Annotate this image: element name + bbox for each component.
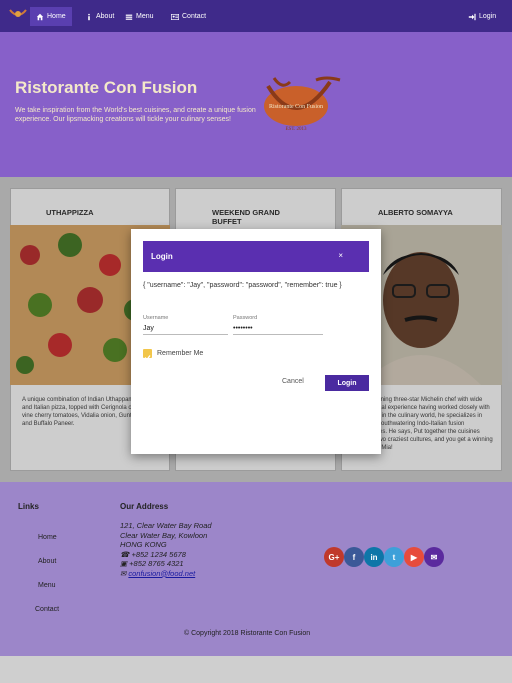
address-block: 121, Clear Water Bay Road Clear Water Ba… [120,521,212,578]
email-row: ✉ confusion@food.net [120,569,212,579]
address-card-icon [171,13,179,20]
footer-link-contact[interactable]: Contact [35,606,59,613]
email-link[interactable]: confusion@food.net [128,569,195,578]
address-line: Clear Water Bay, Kowloon [120,530,208,540]
nav-home[interactable]: Home [30,7,72,26]
nav-login-button[interactable]: Login [462,7,502,26]
restaurant-logo: Ristorante Con Fusion EST. 2013 [264,76,341,132]
brand-logo-icon[interactable] [8,6,28,22]
restaurant-description: We take inspiration from the World's bes… [15,107,256,123]
logo-text: Ristorante Con Fusion [269,104,323,110]
youtube-icon[interactable]: ▶ [404,547,424,567]
home-icon [36,13,44,20]
footer-link-about[interactable]: About [38,558,56,565]
phone-row: ☎ +852 1234 5678 [120,550,212,560]
nav-about-label: About [96,13,115,20]
sign-in-icon [468,13,476,20]
info-icon [88,13,90,20]
username-label: Username [143,315,169,321]
nav-about[interactable]: About [79,7,120,26]
navbar: Home About Menu Contact Login [0,0,512,32]
phone-icon: ☎ [120,549,132,559]
address-line: 121, Clear Water Bay Road [120,521,212,530]
nav-home-label: Home [47,13,66,20]
page-bottom [0,656,512,683]
password-input[interactable]: •••••••• [233,325,323,335]
nav-menu[interactable]: Menu [119,7,160,26]
nav-contact-label: Contact [182,13,207,20]
nav-login-label: Login [479,13,497,20]
footer-address-title: Our Address [120,502,169,511]
password-label: Password [233,315,258,321]
remember-checkbox[interactable] [143,349,152,361]
nav-menu-label: Menu [136,13,154,20]
cancel-button[interactable]: Cancel [282,378,304,385]
restaurant-title: Ristorante Con Fusion [15,78,198,97]
footer-links-title: Links [18,502,39,511]
login-submit-button[interactable]: Login [325,375,369,391]
footer-link-home[interactable]: Home [38,534,57,541]
mail-icon[interactable]: ✉ [424,547,444,567]
copyright-text: © Copyright 2018 Ristorante Con Fusion [184,630,311,637]
modal-title: Login [151,252,173,261]
fax-row: ▣ +852 8765 4321 [120,559,212,569]
phone-number: +852 1234 5678 [131,549,186,559]
jumbotron [0,32,512,177]
fax-icon: ▣ [120,559,130,568]
form-state-json: { "username": "Jay", "password": "passwo… [143,282,342,289]
nav-contact[interactable]: Contact [165,7,212,26]
check-icon [144,355,151,361]
footer-link-menu[interactable]: Menu [38,582,56,589]
facebook-icon[interactable]: f [344,547,364,567]
close-icon[interactable]: × [338,251,343,260]
fax-number: +852 8765 4321 [129,559,184,568]
login-modal: Login × [131,229,381,454]
list-icon [125,14,133,20]
logo-year: EST. 2013 [285,127,307,132]
username-input[interactable]: Jay [143,325,228,335]
modal-header: Login × [143,241,369,272]
twitter-icon[interactable]: t [384,547,404,567]
google-plus-icon[interactable]: G+ [324,547,344,567]
remember-label[interactable]: Remember Me [157,350,203,357]
linkedin-icon[interactable]: in [364,547,384,567]
address-line: HONG KONG [120,540,167,549]
